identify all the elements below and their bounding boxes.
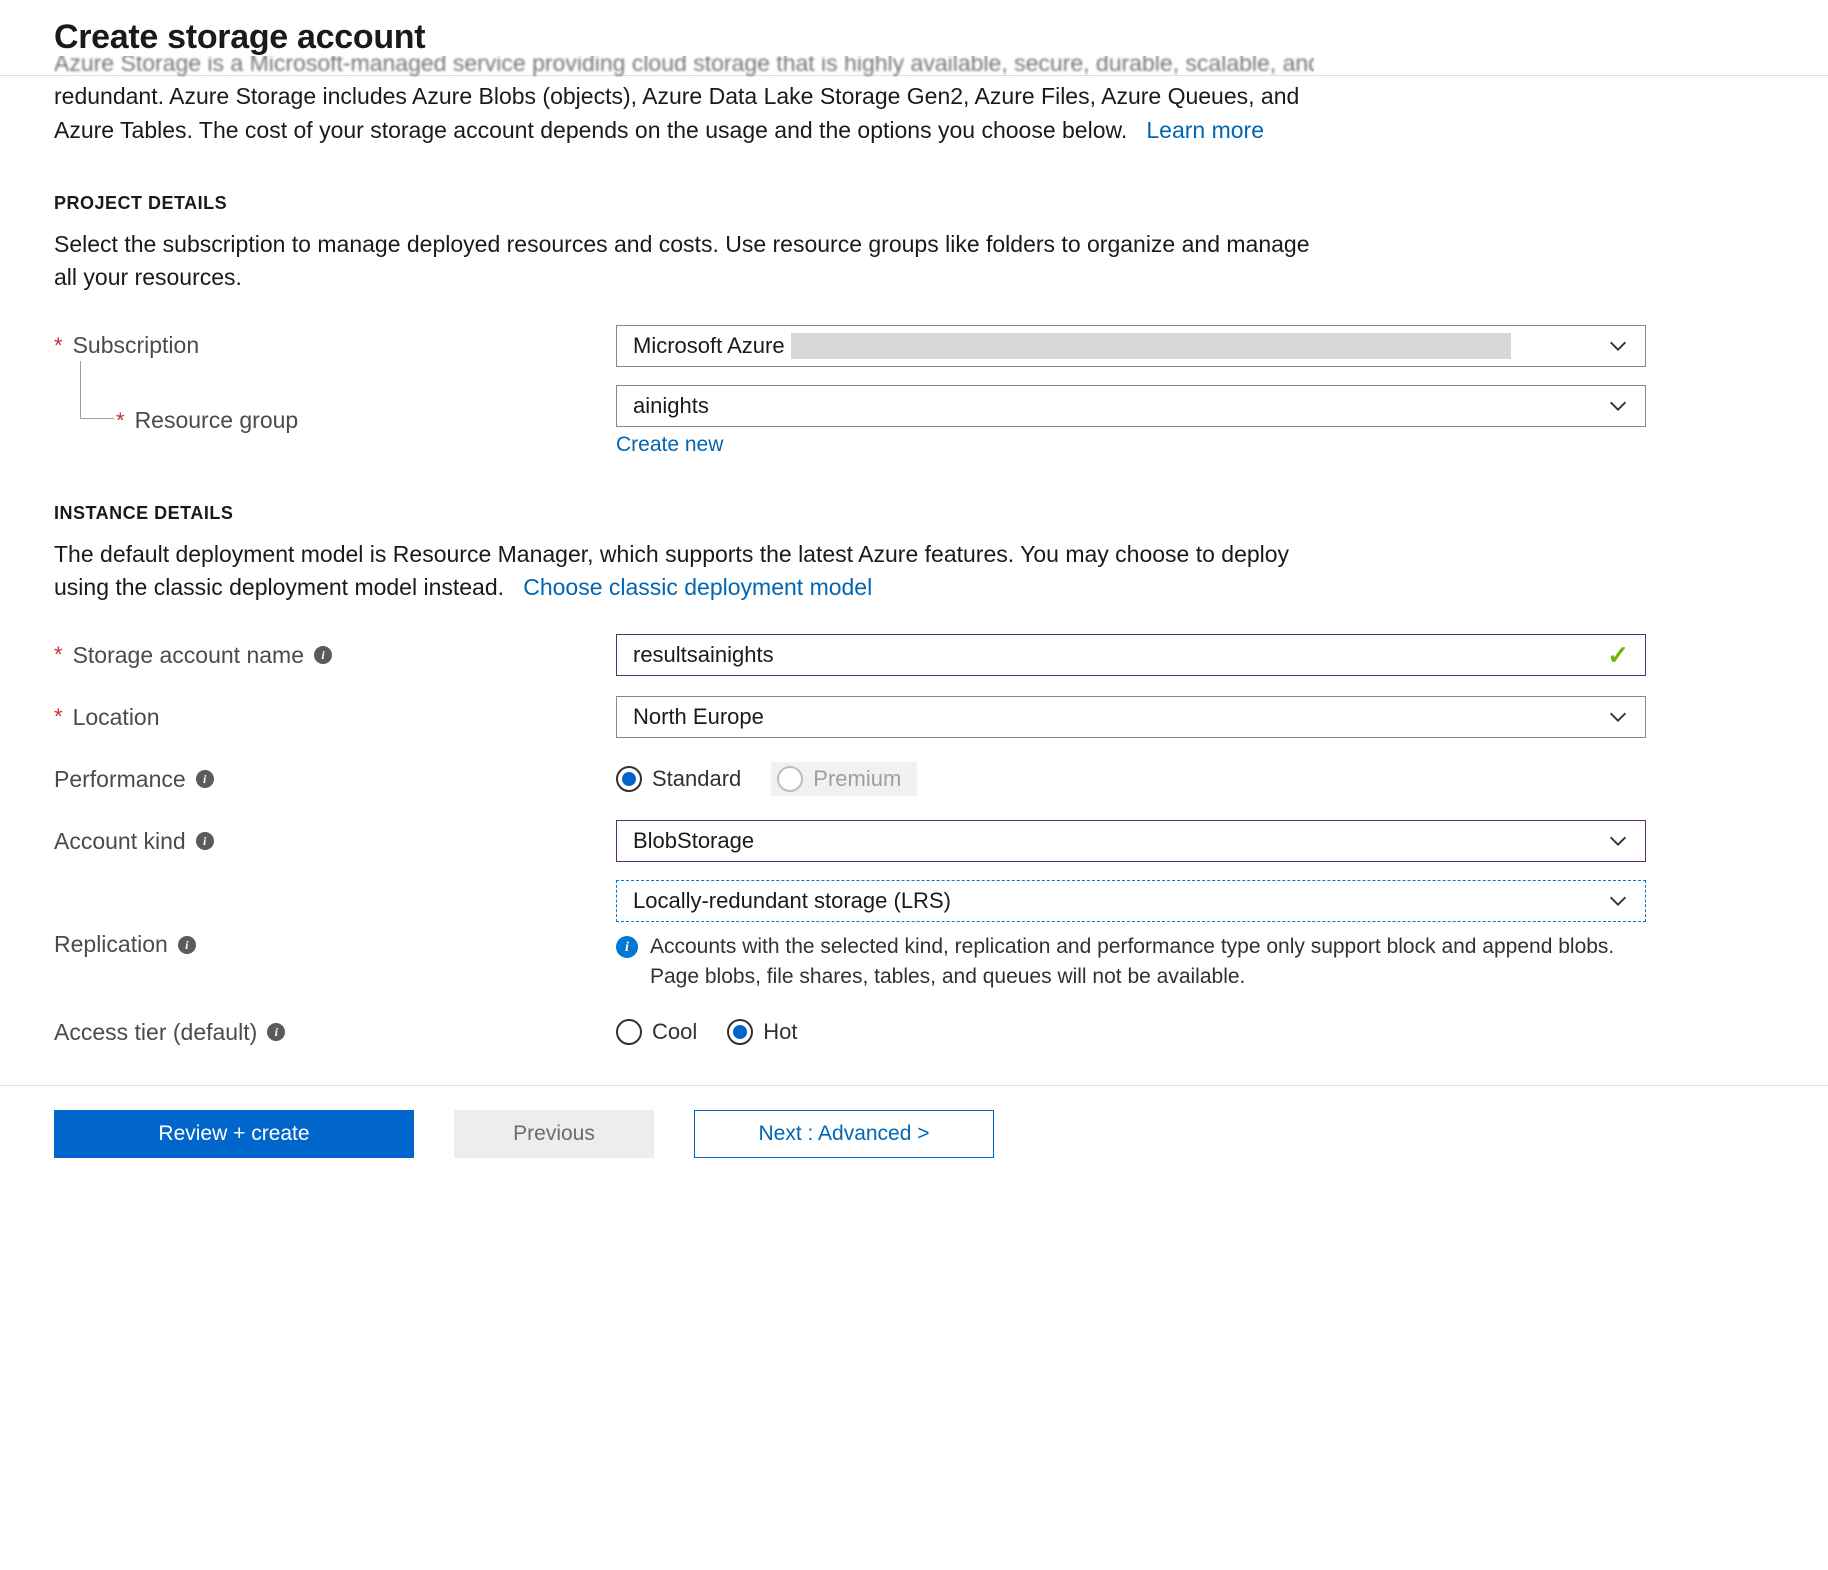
classic-deployment-link[interactable]: Choose classic deployment model [523, 574, 872, 600]
radio-label: Standard [652, 766, 741, 792]
previous-button[interactable]: Previous [454, 1110, 654, 1158]
chevron-down-icon [1607, 335, 1629, 357]
required-icon: * [54, 333, 63, 359]
performance-premium-radio: Premium [771, 762, 917, 796]
access-tier-cool-radio[interactable]: Cool [616, 1019, 697, 1045]
subscription-label: * Subscription [54, 332, 616, 359]
radio-label: Hot [763, 1019, 797, 1045]
info-icon[interactable]: i [178, 936, 196, 954]
chevron-down-icon [1607, 706, 1629, 728]
access-tier-hot-radio[interactable]: Hot [727, 1019, 797, 1045]
required-icon: * [54, 642, 63, 668]
project-details-desc: Select the subscription to manage deploy… [54, 228, 1314, 295]
replication-label: Replication i [54, 931, 616, 958]
performance-label: Performance i [54, 766, 616, 793]
replication-info-callout: i Accounts with the selected kind, repli… [616, 932, 1636, 991]
performance-standard-radio[interactable]: Standard [616, 766, 741, 792]
info-icon[interactable]: i [196, 770, 214, 788]
intro-text: Azure Storage is a Microsoft-managed ser… [54, 56, 1314, 147]
account-kind-select[interactable]: BlobStorage [616, 820, 1646, 862]
learn-more-link[interactable]: Learn more [1146, 117, 1264, 143]
page-title: Create storage account [54, 18, 1828, 57]
radio-disabled-icon [777, 766, 803, 792]
account-kind-value: BlobStorage [633, 828, 754, 854]
radio-selected-icon [616, 766, 642, 792]
subscription-value: Microsoft Azure [633, 333, 785, 359]
storage-name-input[interactable]: resultsainights ✓ [616, 634, 1646, 676]
radio-selected-icon [727, 1019, 753, 1045]
tree-connector-icon [80, 361, 114, 419]
instance-details-desc: The default deployment model is Resource… [54, 538, 1314, 605]
next-advanced-button[interactable]: Next : Advanced > [694, 1110, 994, 1158]
checkmark-icon: ✓ [1607, 640, 1629, 671]
intro-body: redundant. Azure Storage includes Azure … [54, 83, 1299, 142]
location-select[interactable]: North Europe [616, 696, 1646, 738]
instance-details-heading: INSTANCE DETAILS [54, 503, 1774, 524]
info-icon[interactable]: i [314, 646, 332, 664]
storage-name-value: resultsainights [633, 642, 774, 668]
intro-truncated: Azure Storage is a Microsoft-managed ser… [54, 56, 1314, 80]
info-icon[interactable]: i [267, 1023, 285, 1041]
storage-name-label: * Storage account name i [54, 642, 616, 669]
review-create-button[interactable]: Review + create [54, 1110, 414, 1158]
replication-select[interactable]: Locally-redundant storage (LRS) [616, 880, 1646, 922]
location-label: * Location [54, 704, 616, 731]
redacted-text [791, 333, 1511, 359]
radio-unselected-icon [616, 1019, 642, 1045]
info-icon[interactable]: i [196, 832, 214, 850]
replication-value: Locally-redundant storage (LRS) [633, 888, 951, 914]
replication-note: Accounts with the selected kind, replica… [650, 932, 1636, 991]
access-tier-label: Access tier (default) i [54, 1019, 616, 1046]
chevron-down-icon [1607, 395, 1629, 417]
resource-group-value: ainights [633, 393, 709, 419]
radio-label: Cool [652, 1019, 697, 1045]
info-blue-icon: i [616, 936, 638, 958]
chevron-down-icon [1607, 890, 1629, 912]
location-value: North Europe [633, 704, 764, 730]
project-details-heading: PROJECT DETAILS [54, 193, 1774, 214]
subscription-select[interactable]: Microsoft Azure [616, 325, 1646, 367]
resource-group-select[interactable]: ainights [616, 385, 1646, 427]
account-kind-label: Account kind i [54, 828, 616, 855]
resource-group-label: * Resource group [54, 407, 616, 434]
radio-label: Premium [813, 766, 901, 792]
create-new-link[interactable]: Create new [616, 433, 723, 456]
chevron-down-icon [1607, 830, 1629, 852]
required-icon: * [54, 704, 63, 730]
required-icon: * [116, 408, 125, 434]
